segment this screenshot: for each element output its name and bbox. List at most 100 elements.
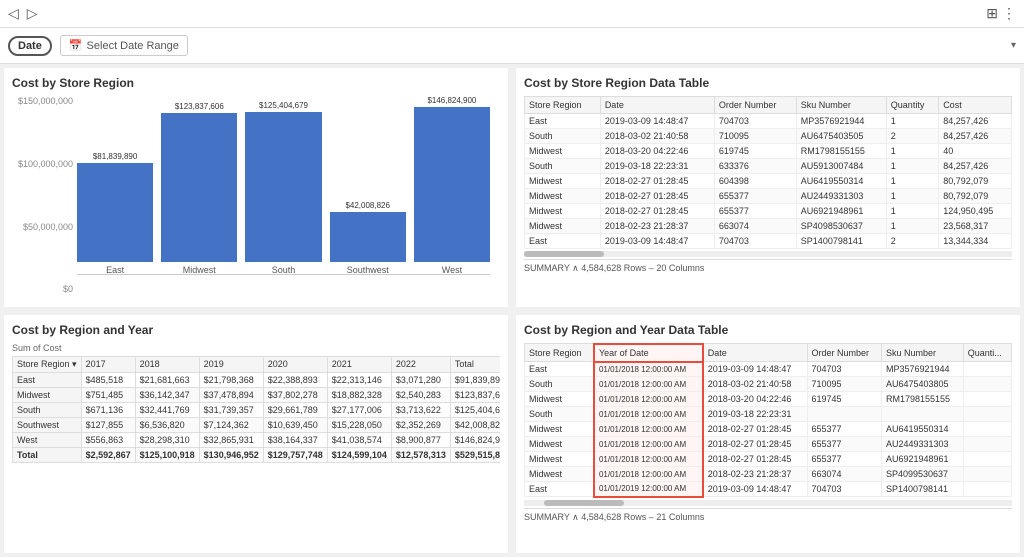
- ryd-cell: 2018-02-27 01:28:45: [703, 452, 807, 467]
- region-year-data-table-container[interactable]: Store RegionYear of DateDateOrder Number…: [524, 343, 1012, 542]
- pivot-col-header[interactable]: 2018: [135, 356, 199, 372]
- bar[interactable]: [330, 212, 406, 262]
- table-row: South$671,136$32,441,769$31,739,357$29,6…: [13, 402, 501, 417]
- ryd-col-header[interactable]: Store Region: [525, 344, 594, 362]
- table-cell: 124,950,495: [939, 204, 1012, 219]
- pivot-cell: $2,352,269: [391, 417, 450, 432]
- ryd-col-header[interactable]: Year of Date: [594, 344, 703, 362]
- bar-group: $125,404,679 South: [245, 96, 321, 275]
- ryd-cell: AU6419550314: [881, 422, 963, 437]
- ryd-cell: South: [525, 377, 594, 392]
- table-cell: 2018-02-27 01:28:45: [600, 189, 714, 204]
- pivot-cell: $27,177,006: [327, 402, 391, 417]
- date-range-select[interactable]: 📅 Select Date Range: [60, 35, 188, 56]
- pivot-col-header[interactable]: 2019: [199, 356, 263, 372]
- y-label-4: $150,000,000: [12, 96, 73, 106]
- store-region-col-header[interactable]: Date: [600, 97, 714, 114]
- menu-button[interactable]: ⋮: [1002, 5, 1016, 22]
- store-region-table-container[interactable]: Store RegionDateOrder NumberSku NumberQu…: [524, 96, 1012, 295]
- pivot-cell: $6,536,820: [135, 417, 199, 432]
- date-range-placeholder: Select Date Range: [87, 40, 179, 52]
- store-region-table-panel: Cost by Store Region Data Table Store Re…: [516, 68, 1020, 307]
- ryd-cell: [963, 362, 1011, 377]
- table-row: South01/01/2018 12:00:00 AM2018-03-02 21…: [525, 377, 1012, 392]
- pivot-col-header[interactable]: 2017: [81, 356, 135, 372]
- ryd-col-header[interactable]: Date: [703, 344, 807, 362]
- table-row: West$556,863$28,298,310$32,865,931$38,16…: [13, 432, 501, 447]
- bar[interactable]: [77, 163, 153, 261]
- ryd-cell: 2018-03-20 04:22:46: [703, 392, 807, 407]
- ryd-cell: 655377: [807, 422, 881, 437]
- store-region-col-header[interactable]: Order Number: [714, 97, 796, 114]
- table-cell: 2018-02-27 01:28:45: [600, 204, 714, 219]
- bar-value-label: $123,837,606: [175, 102, 224, 111]
- bar[interactable]: [414, 107, 490, 262]
- store-region-col-header[interactable]: Cost: [939, 97, 1012, 114]
- pivot-cell: $36,142,347: [135, 387, 199, 402]
- grid-icon-button[interactable]: ⊞: [986, 5, 998, 22]
- ryd-cell: AU2449331303: [881, 437, 963, 452]
- bar[interactable]: [161, 113, 237, 261]
- bar-group: $42,008,826 Southwest: [330, 96, 406, 275]
- ryd-cell: [963, 467, 1011, 482]
- ryd-cell: AU6475403805: [881, 377, 963, 392]
- pivot-col-header[interactable]: Total: [450, 356, 500, 372]
- region-year-table-container[interactable]: Store Region ▾201720182019202020212022To…: [12, 356, 500, 554]
- ryd-cell: 01/01/2018 12:00:00 AM: [594, 407, 703, 422]
- pivot-cell: $32,865,931: [199, 432, 263, 447]
- region-year-scroll[interactable]: [524, 500, 1012, 506]
- table-cell: AU2449331303: [796, 189, 886, 204]
- table-row: Midwest2018-02-27 01:28:45655377AU692194…: [525, 204, 1012, 219]
- ryd-cell: 2018-02-23 21:28:37: [703, 467, 807, 482]
- top-bar-right: ⊞ ⋮: [986, 5, 1016, 22]
- ryd-col-header[interactable]: Order Number: [807, 344, 881, 362]
- pivot-cell: $21,681,663: [135, 372, 199, 387]
- table-cell: AU6921948961: [796, 204, 886, 219]
- pivot-cell: $37,478,894: [199, 387, 263, 402]
- ryd-cell: MP3576921944: [881, 362, 963, 377]
- table-cell: 633376: [714, 159, 796, 174]
- table-cell: AU6475403505: [796, 129, 886, 144]
- ryd-cell: [963, 392, 1011, 407]
- ryd-cell: 704703: [807, 362, 881, 377]
- store-region-col-header[interactable]: Sku Number: [796, 97, 886, 114]
- ryd-cell: SP4099530637: [881, 467, 963, 482]
- pivot-cell: $127,855: [81, 417, 135, 432]
- region-year-data-table: Store RegionYear of DateDateOrder Number…: [524, 343, 1012, 498]
- bar[interactable]: [245, 112, 321, 262]
- pivot-cell: $15,228,050: [327, 417, 391, 432]
- back-button[interactable]: ◁: [8, 5, 19, 22]
- table-cell: 23,568,317: [939, 219, 1012, 234]
- filter-label: Date: [8, 36, 52, 56]
- ryd-col-header[interactable]: Quanti...: [963, 344, 1011, 362]
- forward-button[interactable]: ▷: [27, 5, 38, 22]
- table-cell: 2018-02-23 21:28:37: [600, 219, 714, 234]
- table-cell: SP1400798141: [796, 234, 886, 249]
- pivot-col-header[interactable]: 2022: [391, 356, 450, 372]
- table-cell: 84,257,426: [939, 129, 1012, 144]
- bar-value-label: $42,008,826: [345, 201, 390, 210]
- store-region-scroll[interactable]: [524, 251, 1012, 257]
- ryd-cell: 01/01/2018 12:00:00 AM: [594, 437, 703, 452]
- region-year-data-summary: SUMMARY ∧ 4,584,628 Rows – 21 Columns: [524, 508, 1012, 526]
- table-cell: 604398: [714, 174, 796, 189]
- table-cell: 619745: [714, 144, 796, 159]
- ryd-cell: 2019-03-09 14:48:47: [703, 362, 807, 377]
- ryd-cell: South: [525, 407, 594, 422]
- y-label-3: $100,000,000: [12, 159, 73, 169]
- store-region-col-header[interactable]: Quantity: [886, 97, 938, 114]
- y-axis: $150,000,000 $100,000,000 $50,000,000 $0: [12, 96, 77, 295]
- pivot-col-header[interactable]: Store Region ▾: [13, 356, 82, 372]
- ryd-col-header[interactable]: Sku Number: [881, 344, 963, 362]
- table-row: Midwest01/01/2018 12:00:00 AM2018-02-27 …: [525, 452, 1012, 467]
- table-row: East01/01/2018 12:00:00 AM2019-03-09 14:…: [525, 362, 1012, 377]
- bar-group: $146,824,900 West: [414, 96, 490, 275]
- pivot-col-header[interactable]: 2020: [263, 356, 327, 372]
- ryd-cell: 710095: [807, 377, 881, 392]
- store-region-col-header[interactable]: Store Region: [525, 97, 601, 114]
- table-cell: 2018-02-27 01:28:45: [600, 174, 714, 189]
- pivot-col-header[interactable]: 2021: [327, 356, 391, 372]
- table-cell: AU6419550314: [796, 174, 886, 189]
- bars-container: $81,839,890 East $123,837,606 Midwest $1…: [77, 96, 490, 275]
- region-year-title: Cost by Region and Year: [12, 323, 500, 337]
